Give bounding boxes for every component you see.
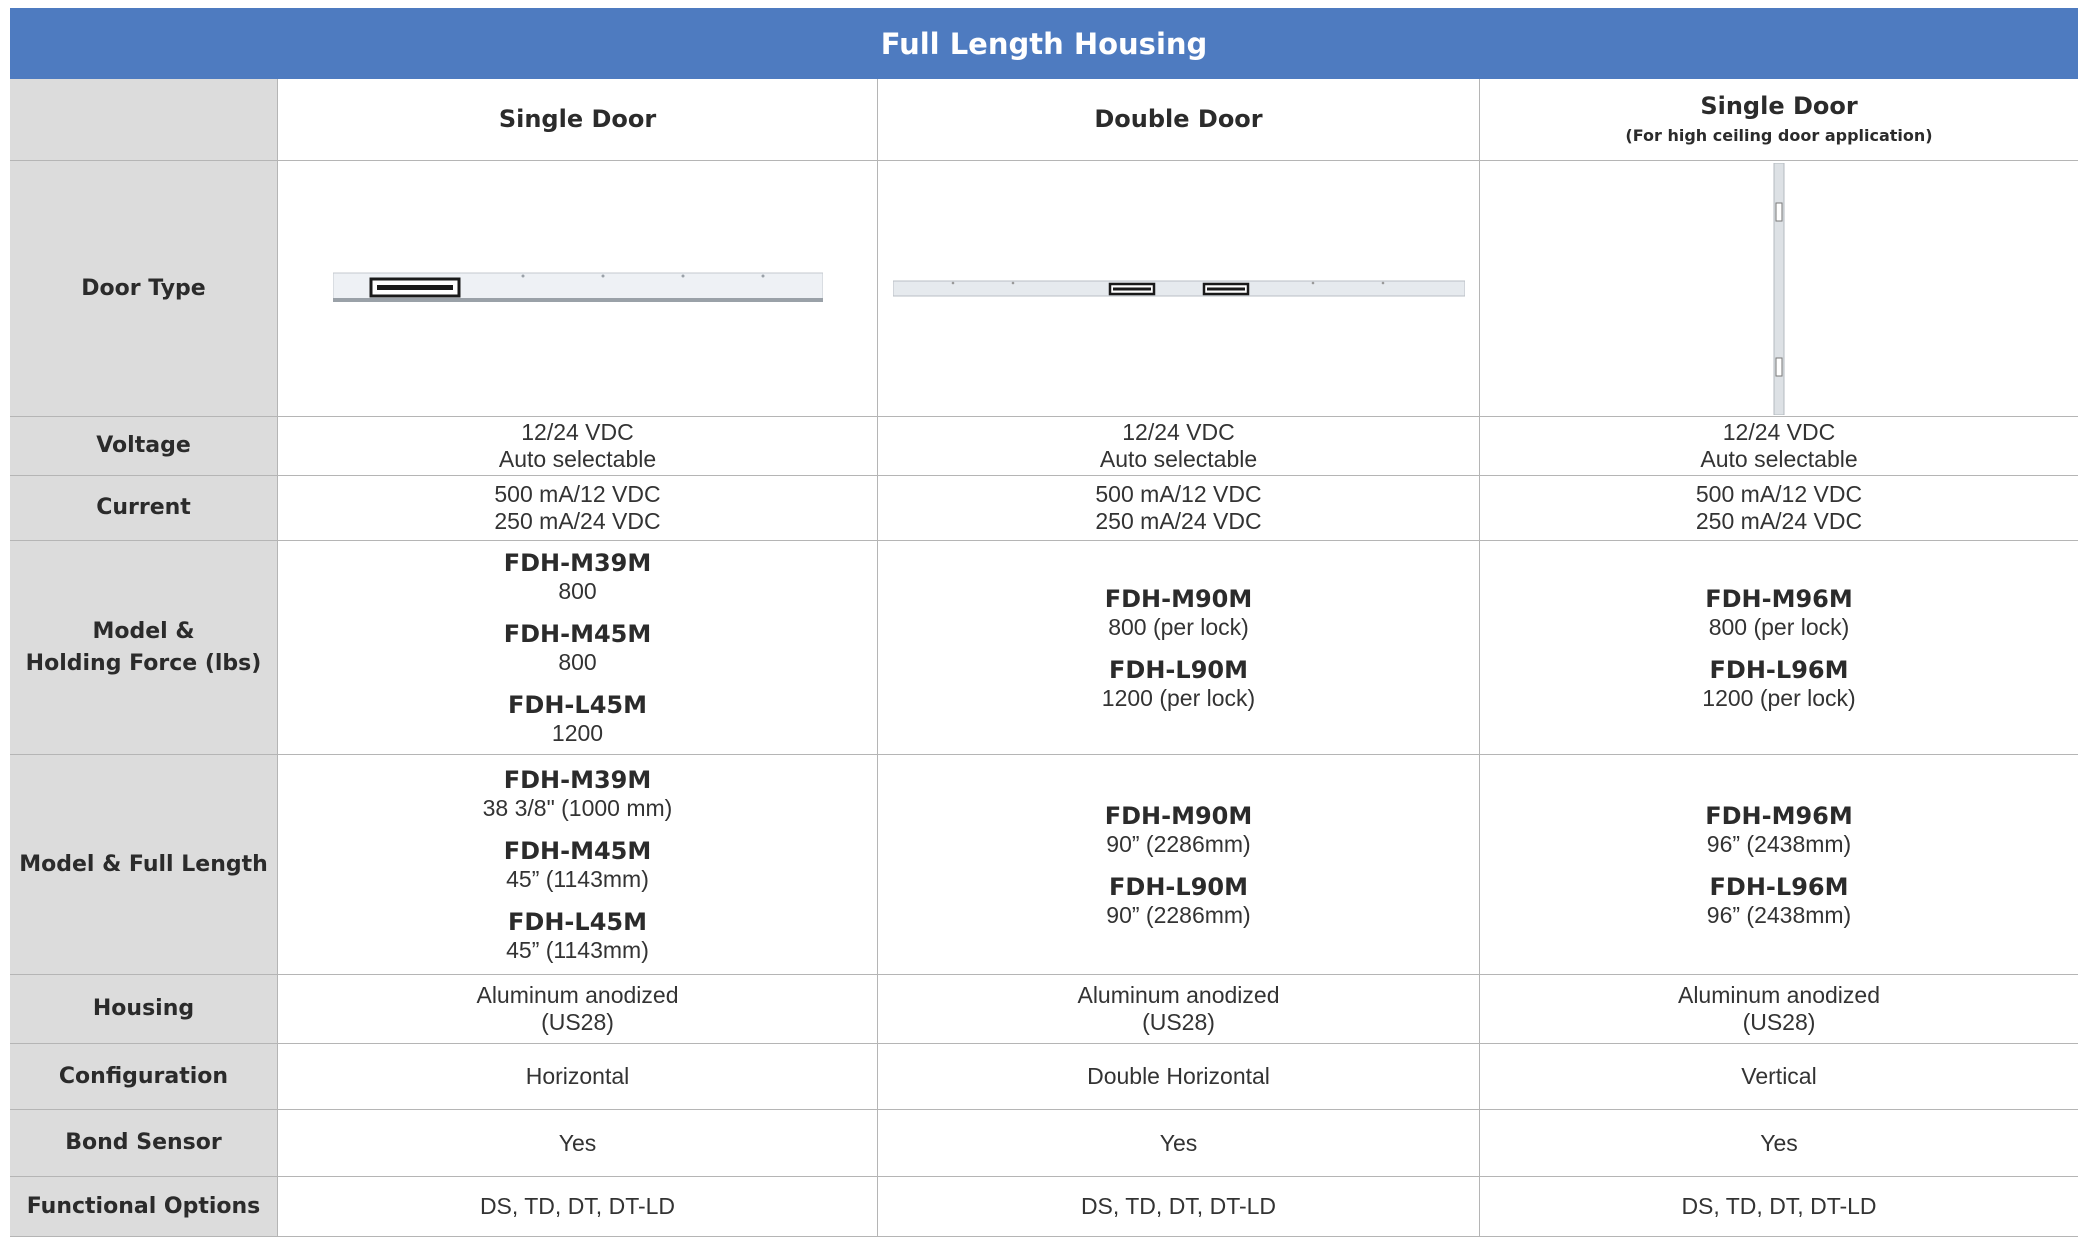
model-name: FDH-L45M	[508, 691, 647, 719]
configuration-cell: Double Horizontal	[878, 1044, 1480, 1110]
model-name: FDH-L96M	[1709, 872, 1849, 901]
length-value: 90” (2286mm)	[1106, 830, 1251, 857]
voltage-cell: 12/24 VDC Auto selectable	[878, 417, 1480, 476]
single-door-lock-image	[332, 272, 823, 302]
row-label-functional-options: Functional Options	[10, 1177, 278, 1237]
model-name: FDH-L96M	[1709, 655, 1849, 684]
bond-sensor-cell: Yes	[878, 1110, 1480, 1177]
voltage-value: 12/24 VDC	[521, 419, 634, 445]
length-value: 96” (2438mm)	[1706, 830, 1852, 857]
configuration-cell: Vertical	[1480, 1044, 2078, 1110]
length-value: 96” (2438mm)	[1706, 901, 1852, 928]
bond-sensor-cell: Yes	[278, 1110, 878, 1177]
housing-finish: (US28)	[1142, 1009, 1215, 1035]
column-header-double-door: Double Door	[878, 79, 1480, 161]
current-value: 250 mA/24 VDC	[494, 508, 661, 534]
column-header-single-door: Single Door	[278, 79, 878, 161]
holding-force-value: 800	[558, 649, 597, 675]
voltage-value: 12/24 VDC	[1122, 419, 1235, 445]
door-type-image-cell	[1480, 161, 2078, 417]
model-name: FDH-M96M	[1705, 584, 1853, 613]
length-value: 45” (1143mm)	[506, 866, 649, 892]
full-length-cell: FDH-M96M 96” (2438mm) FDH-L96M 96” (2438…	[1480, 755, 2078, 975]
model-name: FDH-L45M	[508, 908, 647, 936]
column-title: Single Door	[1700, 92, 1858, 120]
holding-force-value: 800	[558, 578, 597, 604]
model-name: FDH-M45M	[503, 620, 652, 648]
vertical-door-lock-image	[1773, 162, 1785, 415]
holding-force-value: 800 (per lock)	[1108, 613, 1249, 640]
holding-force-cell: FDH-M96M 800 (per lock) FDH-L96M 1200 (p…	[1480, 541, 2078, 755]
voltage-cell: 12/24 VDC Auto selectable	[1480, 417, 2078, 476]
housing-finish: (US28)	[1742, 1009, 1816, 1035]
voltage-note: Auto selectable	[498, 446, 657, 472]
current-cell: 500 mA/12 VDC 250 mA/24 VDC	[1480, 476, 2078, 541]
housing-cell: Aluminum anodized (US28)	[878, 975, 1480, 1044]
row-label-holding-force: Model & Holding Force (lbs)	[10, 541, 278, 755]
holding-force-value: 1200 (per lock)	[1101, 684, 1256, 711]
model-name: FDH-M96M	[1705, 801, 1853, 830]
housing-material: Aluminum anodized	[476, 982, 679, 1008]
housing-finish: (US28)	[541, 1009, 614, 1035]
model-name: FDH-L90M	[1109, 872, 1248, 901]
row-label-housing: Housing	[10, 975, 278, 1044]
full-length-cell: FDH-M90M 90” (2286mm) FDH-L90M 90” (2286…	[878, 755, 1480, 975]
voltage-note: Auto selectable	[1700, 446, 1858, 472]
functional-options-cell: DS, TD, DT, DT-LD	[278, 1177, 878, 1237]
configuration-cell: Horizontal	[278, 1044, 878, 1110]
length-value: 38 3/8" (1000 mm)	[482, 795, 673, 821]
corner-cell	[10, 79, 278, 161]
column-title: Single Door	[498, 105, 657, 133]
current-cell: 500 mA/12 VDC 250 mA/24 VDC	[878, 476, 1480, 541]
door-type-image-cell	[878, 161, 1480, 417]
column-subtitle: (For high ceiling door application)	[1625, 126, 1933, 145]
model-name: FDH-M39M	[503, 549, 652, 577]
current-value: 250 mA/24 VDC	[1095, 508, 1262, 534]
housing-material: Aluminum anodized	[1677, 982, 1880, 1008]
row-label-line: Holding Force (lbs)	[25, 650, 262, 676]
column-title: Double Door	[1094, 105, 1263, 133]
voltage-value: 12/24 VDC	[1722, 419, 1836, 445]
holding-force-cell: FDH-M39M 800 FDH-M45M 800 FDH-L45M 1200	[278, 541, 878, 755]
row-label-door-type: Door Type	[10, 161, 278, 417]
current-value: 250 mA/24 VDC	[1695, 508, 1863, 534]
voltage-cell: 12/24 VDC Auto selectable	[278, 417, 878, 476]
column-header-single-door-high-ceiling: Single Door (For high ceiling door appli…	[1480, 79, 2078, 161]
housing-material: Aluminum anodized	[1077, 982, 1280, 1008]
current-value: 500 mA/12 VDC	[1695, 481, 1863, 507]
spec-table: Single Door Double Door Single Door (For…	[10, 79, 2078, 1237]
current-cell: 500 mA/12 VDC 250 mA/24 VDC	[278, 476, 878, 541]
bond-sensor-cell: Yes	[1480, 1110, 2078, 1177]
row-label-voltage: Voltage	[10, 417, 278, 476]
model-name: FDH-M39M	[503, 766, 652, 794]
current-value: 500 mA/12 VDC	[1095, 481, 1262, 507]
row-label-line: Model &	[92, 618, 195, 644]
holding-force-value: 800 (per lock)	[1708, 613, 1850, 640]
current-value: 500 mA/12 VDC	[494, 481, 661, 507]
length-value: 45” (1143mm)	[506, 937, 649, 963]
holding-force-cell: FDH-M90M 800 (per lock) FDH-L90M 1200 (p…	[878, 541, 1480, 755]
row-label-full-length: Model & Full Length	[10, 755, 278, 975]
length-value: 90” (2286mm)	[1106, 901, 1251, 928]
full-length-cell: FDH-M39M 38 3/8" (1000 mm) FDH-M45M 45” …	[278, 755, 878, 975]
functional-options-cell: DS, TD, DT, DT-LD	[1480, 1177, 2078, 1237]
row-label-configuration: Configuration	[10, 1044, 278, 1110]
model-name: FDH-L90M	[1109, 655, 1248, 684]
model-name: FDH-M45M	[503, 837, 652, 865]
table-title: Full Length Housing	[10, 8, 2078, 79]
housing-cell: Aluminum anodized (US28)	[1480, 975, 2078, 1044]
door-type-image-cell	[278, 161, 878, 417]
row-label-current: Current	[10, 476, 278, 541]
functional-options-cell: DS, TD, DT, DT-LD	[878, 1177, 1480, 1237]
model-name: FDH-M90M	[1104, 584, 1253, 613]
holding-force-value: 1200	[551, 720, 604, 746]
holding-force-value: 1200 (per lock)	[1702, 684, 1856, 711]
voltage-note: Auto selectable	[1099, 446, 1258, 472]
housing-cell: Aluminum anodized (US28)	[278, 975, 878, 1044]
double-door-lock-image	[892, 280, 1465, 296]
model-name: FDH-M90M	[1104, 801, 1253, 830]
row-label-bond-sensor: Bond Sensor	[10, 1110, 278, 1177]
